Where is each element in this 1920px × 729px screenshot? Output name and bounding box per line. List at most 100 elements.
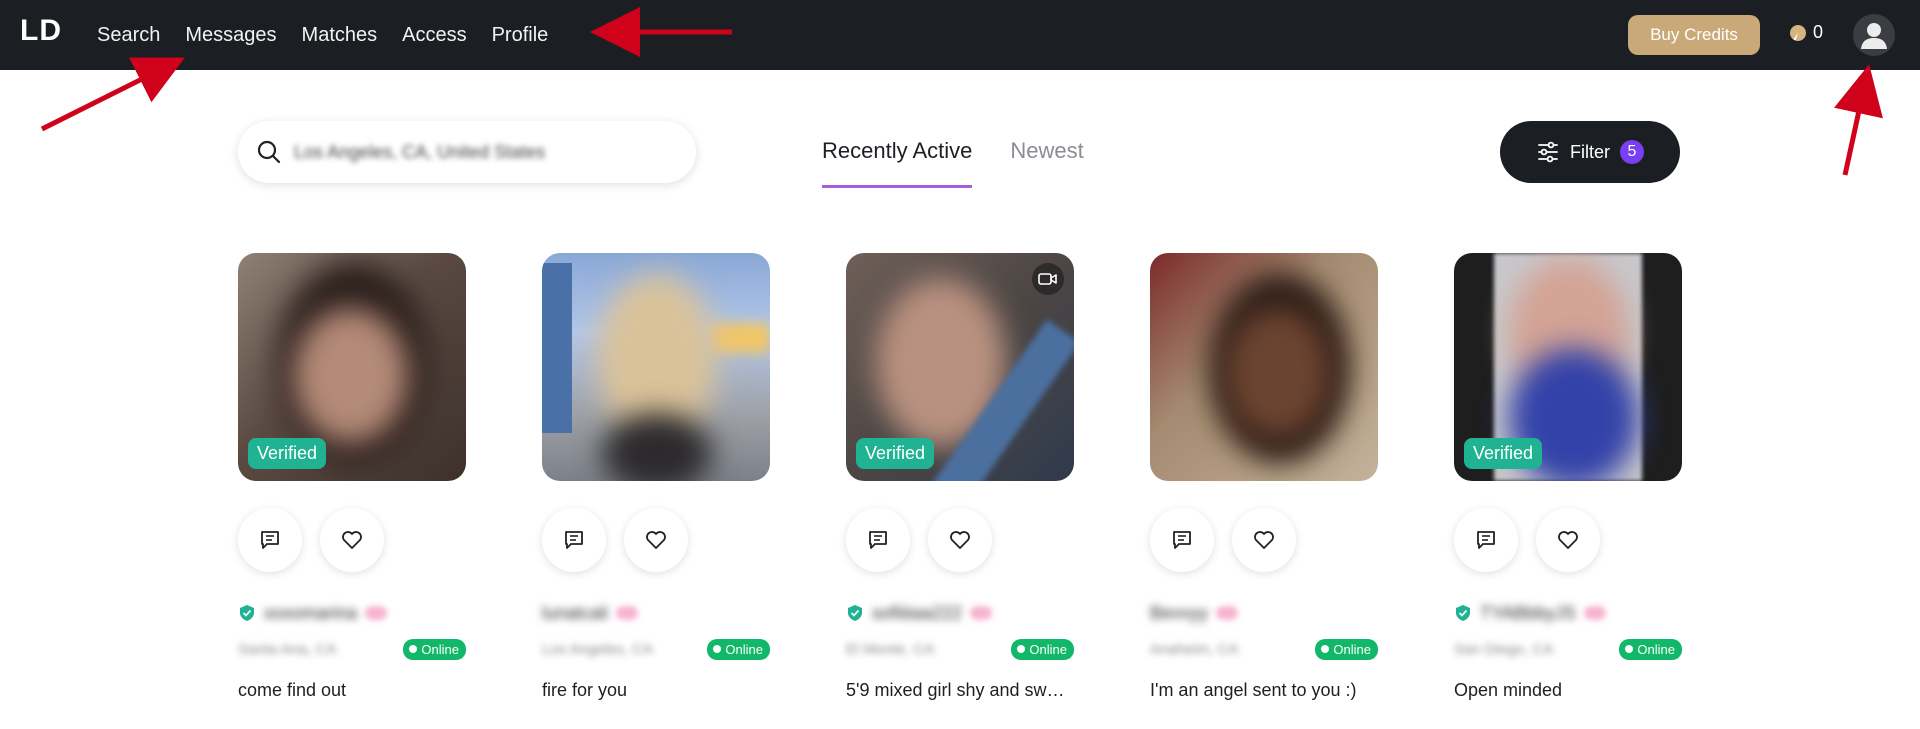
online-dot-icon: [1625, 645, 1634, 653]
online-label: Online: [421, 641, 459, 657]
location-row: Los Angeles, CA Online: [542, 638, 770, 660]
chat-bubble-icon: [1477, 531, 1495, 549]
buy-credits-button[interactable]: Buy Credits: [1628, 15, 1760, 55]
bio-text: come find out: [238, 680, 347, 700]
profile-card[interactable]: Bevvyy Anaheim, CA Online I'm an angel s…: [1150, 253, 1378, 701]
online-label: Online: [725, 641, 763, 657]
location-row: Anaheim, CA Online: [1150, 638, 1378, 660]
filter-label: Filter: [1570, 141, 1610, 162]
heart-icon: [1558, 531, 1578, 549]
chat-bubble-icon: [869, 531, 887, 549]
verified-shield-icon: [848, 605, 862, 621]
profile-photo[interactable]: [542, 253, 770, 481]
username-row: TYABbbyJS: [1454, 602, 1682, 624]
pink-tag: [365, 606, 388, 620]
main-nav: Search Messages Matches Access Profile: [97, 0, 573, 70]
chat-bubble-icon: [261, 531, 279, 549]
message-button[interactable]: [1454, 508, 1518, 572]
profile-photo[interactable]: Verified: [1454, 253, 1682, 481]
location-search-input[interactable]: [294, 141, 654, 163]
bio-text: Open minded: [1454, 680, 1563, 700]
verified-badge: Verified: [248, 438, 327, 469]
username-row: Bevvyy: [1150, 602, 1378, 624]
nav-item-access[interactable]: Access: [402, 24, 466, 47]
heart-icon: [646, 531, 666, 549]
location: Anaheim, CA: [1150, 640, 1239, 658]
online-dot-icon: [713, 645, 722, 653]
verified-badge: Verified: [856, 438, 935, 469]
online-label: Online: [1333, 641, 1371, 657]
credits-count: 0: [1813, 22, 1824, 42]
tab-newest[interactable]: Newest: [1010, 120, 1083, 188]
sort-tabs: Recently Active Newest: [822, 120, 1122, 188]
pink-tag: [616, 606, 639, 620]
heart-icon: [950, 531, 970, 549]
arrow-to-messages: [40, 57, 185, 132]
username-row: sofiiiiaa222: [846, 602, 1074, 624]
online-dot-icon: [409, 645, 418, 653]
nav-item-messages[interactable]: Messages: [185, 24, 276, 47]
location: San Diego, CA: [1454, 640, 1554, 658]
nav-item-matches[interactable]: Matches: [302, 24, 378, 47]
nav-item-search[interactable]: Search: [97, 24, 160, 47]
filter-count-badge: 5: [1620, 140, 1644, 164]
message-button[interactable]: [846, 508, 910, 572]
card-actions: [846, 508, 1074, 572]
card-actions: [1150, 508, 1378, 572]
online-label: Online: [1029, 641, 1067, 657]
bio-text: 5'9 mixed girl shy and sweet at first bu…: [846, 680, 1074, 700]
sunset-shape: [710, 323, 770, 353]
tab-recently-active[interactable]: Recently Active: [822, 120, 973, 188]
profile-card[interactable]: Verified sofiiiiaa222 El Monte, CA Onlin…: [846, 253, 1074, 701]
heart-icon: [1254, 531, 1274, 549]
profile-photo[interactable]: Verified: [846, 253, 1074, 481]
like-button[interactable]: [320, 508, 384, 572]
chat-bubble-icon: [1173, 531, 1191, 549]
card-actions: [542, 508, 770, 572]
online-status-badge: Online: [1315, 638, 1378, 660]
username[interactable]: sofiiiiaa222: [872, 603, 962, 624]
profile-card[interactable]: lunatcali Los Angeles, CA Online fire fo…: [542, 253, 770, 701]
search-icon: [257, 140, 281, 164]
location: Santa Ana, CA: [238, 640, 337, 658]
like-button[interactable]: [624, 508, 688, 572]
message-button[interactable]: [542, 508, 606, 572]
nav-item-profile[interactable]: Profile: [492, 24, 549, 47]
username[interactable]: xoxomarina: [264, 603, 357, 624]
profile-photo[interactable]: Verified: [238, 253, 466, 481]
like-button[interactable]: [1232, 508, 1296, 572]
bio-text: fire for you: [542, 680, 628, 700]
location-row: San Diego, CA Online: [1454, 638, 1682, 660]
bio-text: I'm an angel sent to you :): [1150, 680, 1357, 700]
video-camera-icon: [1038, 273, 1057, 285]
filter-button[interactable]: Filter 5: [1500, 121, 1680, 183]
online-dot-icon: [1321, 645, 1330, 653]
arrow-to-avatar: [1834, 64, 1883, 176]
location-row: Santa Ana, CA Online: [238, 638, 466, 660]
like-button[interactable]: [928, 508, 992, 572]
app-logo[interactable]: LD: [20, 14, 62, 48]
location-search-box[interactable]: [238, 121, 696, 183]
like-button[interactable]: [1536, 508, 1600, 572]
message-button[interactable]: [238, 508, 302, 572]
online-status-badge: Online: [403, 638, 466, 660]
video-call-icon[interactable]: [1032, 263, 1064, 295]
username[interactable]: lunatcali: [542, 603, 608, 624]
card-actions: [1454, 508, 1682, 572]
profile-card[interactable]: Verified TYABbbyJS San Diego, CA Online …: [1454, 253, 1682, 701]
profile-card[interactable]: Verified xoxomarina Santa Ana, CA Online…: [238, 253, 466, 701]
username[interactable]: Bevvyy: [1150, 603, 1208, 624]
location: El Monte, CA: [846, 640, 935, 658]
profile-photo[interactable]: [1150, 253, 1378, 481]
online-status-badge: Online: [707, 638, 770, 660]
username-row: lunatcali: [542, 602, 770, 624]
top-navigation-bar: LD Search Messages Matches Access Profil…: [0, 0, 1920, 70]
message-button[interactable]: [1150, 508, 1214, 572]
online-dot-icon: [1017, 645, 1026, 653]
pink-tag: [970, 606, 993, 620]
username[interactable]: TYABbbyJS: [1480, 603, 1576, 624]
coin-icon: [1790, 24, 1806, 41]
user-avatar-button[interactable]: [1853, 14, 1895, 56]
building-shape: [542, 263, 572, 433]
credits-balance[interactable]: 0: [1790, 22, 1823, 43]
